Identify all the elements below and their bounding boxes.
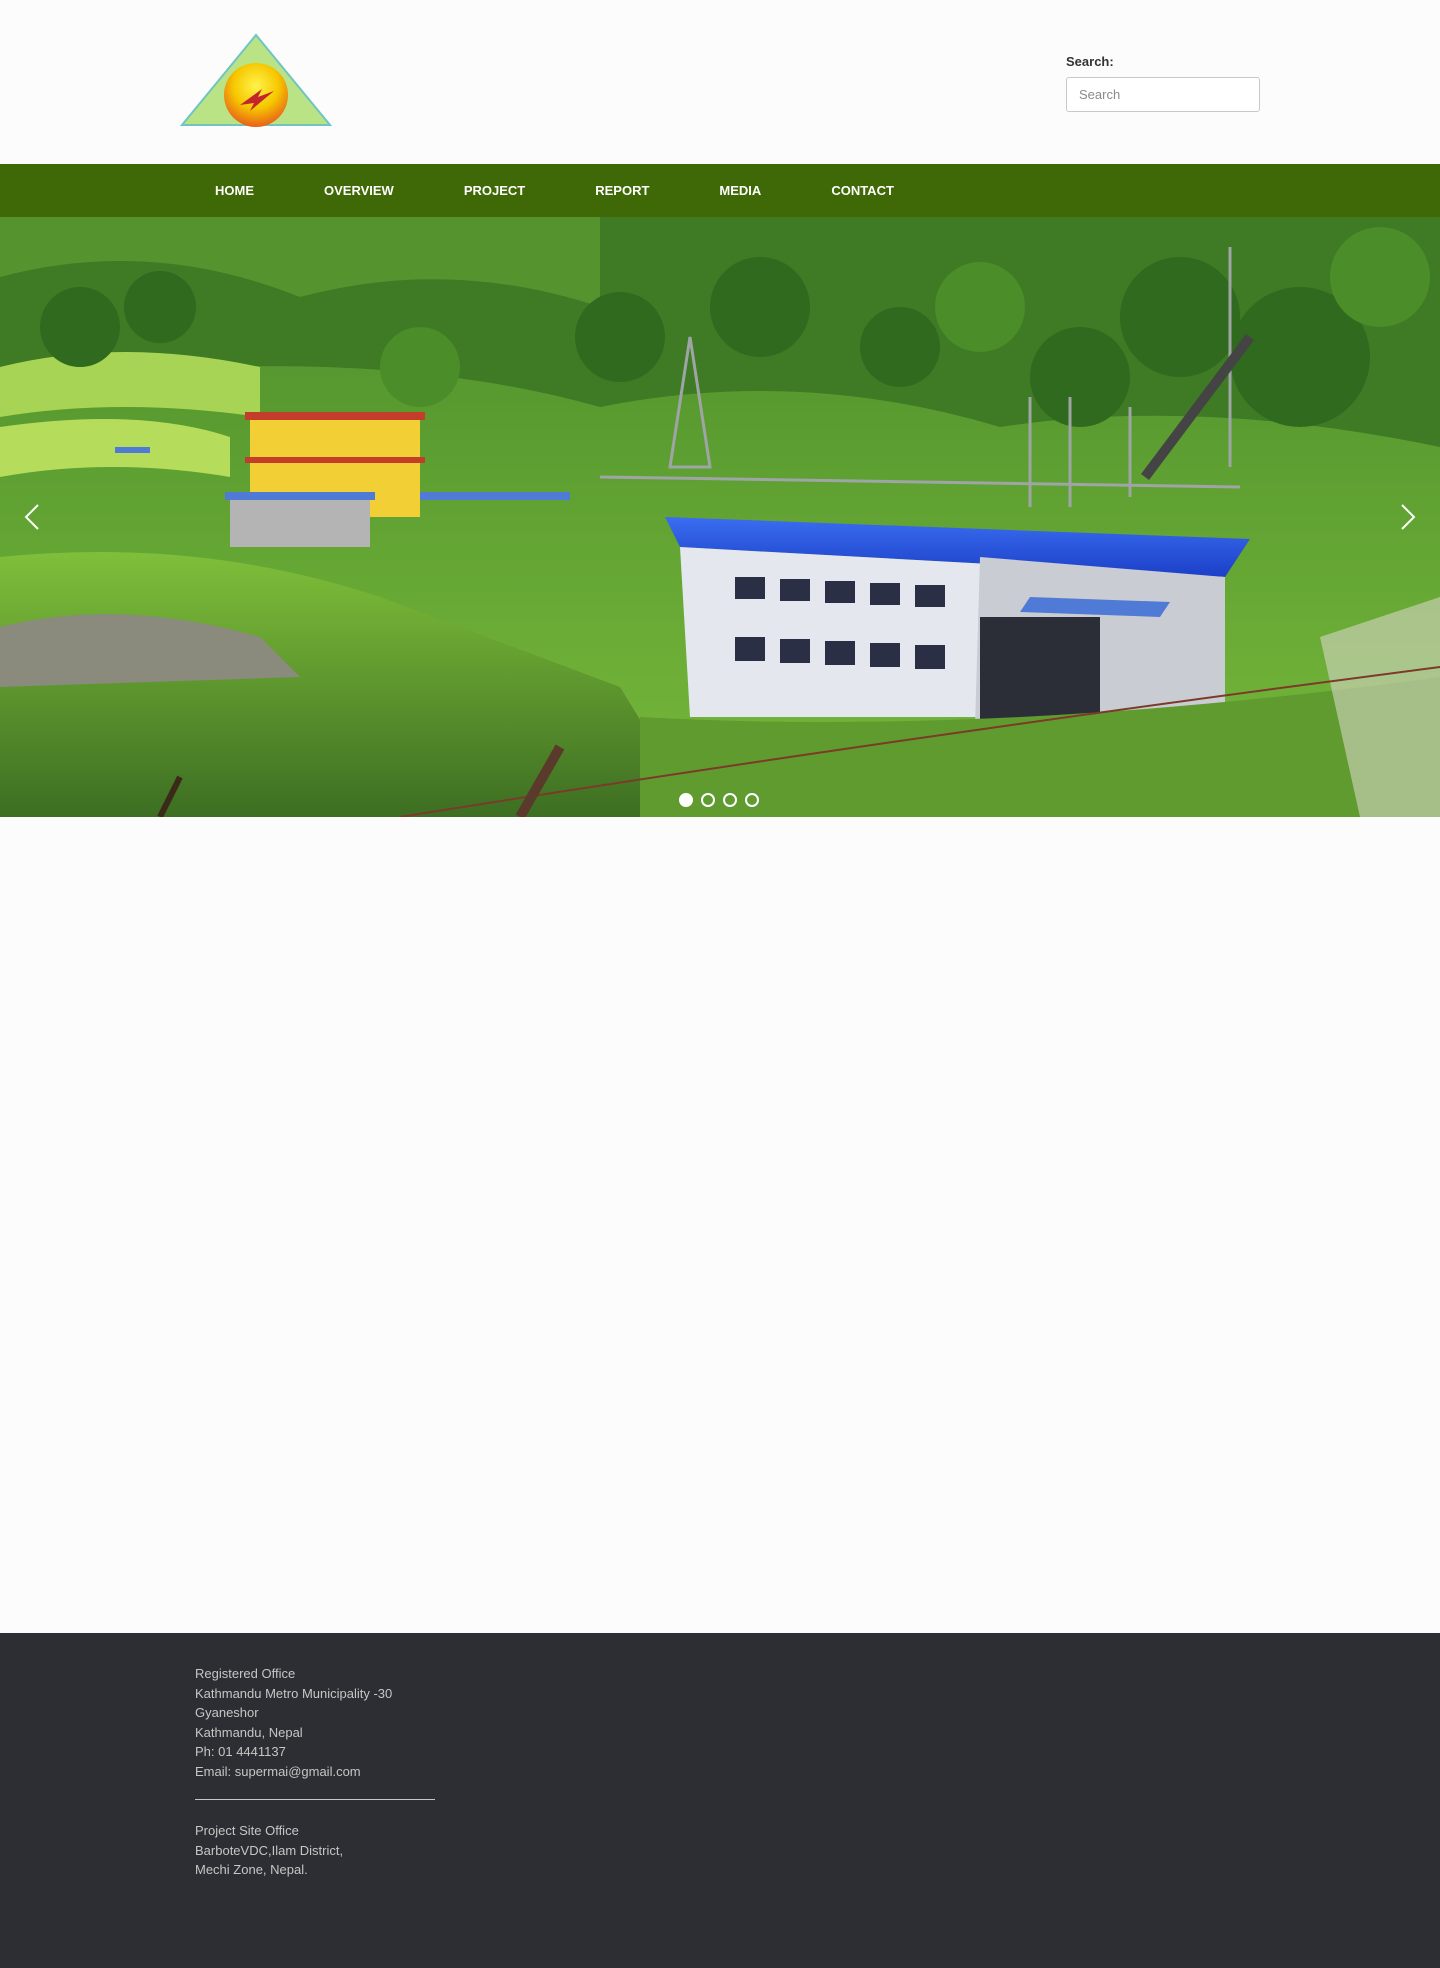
nav-item-report[interactable]: REPORT	[560, 164, 684, 217]
chevron-right-icon	[1401, 504, 1416, 530]
search-form: Search:	[1066, 54, 1260, 112]
site-office-line: Mechi Zone, Nepal.	[195, 1862, 308, 1877]
footer-divider	[195, 1799, 435, 1800]
hero-slider	[0, 217, 1440, 817]
registered-office-line: Kathmandu Metro Municipality -30	[195, 1685, 393, 1701]
registered-office-phone: Ph: 01 4441137	[195, 1744, 286, 1759]
slider-dot-4[interactable]	[745, 793, 759, 807]
slider-dot-2[interactable]	[701, 793, 715, 807]
registered-office-line: Gyaneshor	[195, 1705, 259, 1720]
slider-dot-1[interactable]	[679, 793, 693, 807]
registered-office-address: Registered Office Kathmandu Metro Munici…	[195, 1664, 392, 1781]
main-nav: HOME OVERVIEW PROJECT REPORT MEDIA CONTA…	[0, 164, 1440, 217]
slider-dot-3[interactable]	[723, 793, 737, 807]
slider-pagination	[679, 793, 759, 807]
slide-image-powerhouse	[0, 217, 1440, 817]
nav-item-overview[interactable]: OVERVIEW	[289, 164, 429, 217]
nav-item-project[interactable]: PROJECT	[429, 164, 560, 217]
nav-item-home[interactable]: HOME	[180, 164, 289, 217]
site-header: Search:	[0, 0, 1440, 164]
chevron-left-icon	[24, 504, 39, 530]
registered-office-line: Kathmandu, Nepal	[195, 1724, 303, 1740]
slider-prev-button[interactable]	[18, 497, 48, 537]
registered-office-email: Email: supermai@gmail.com	[195, 1763, 361, 1779]
site-office-line: BarboteVDC,Ilam District,	[195, 1842, 344, 1858]
search-label: Search:	[1066, 54, 1114, 69]
slider-next-button[interactable]	[1392, 497, 1422, 537]
site-logo[interactable]	[179, 33, 333, 127]
search-input[interactable]	[1066, 77, 1260, 112]
nav-item-contact[interactable]: CONTACT	[796, 164, 929, 217]
registered-office-title: Registered Office	[195, 1666, 296, 1681]
nav-item-media[interactable]: MEDIA	[684, 164, 796, 217]
site-office-address: Project Site Office BarboteVDC,Ilam Dist…	[195, 1821, 343, 1880]
nav-menu: HOME OVERVIEW PROJECT REPORT MEDIA CONTA…	[180, 164, 929, 217]
site-office-title: Project Site Office	[195, 1823, 299, 1838]
site-footer: Registered Office Kathmandu Metro Munici…	[0, 1633, 1440, 1968]
bolt-triangle-logo-icon	[179, 33, 333, 127]
